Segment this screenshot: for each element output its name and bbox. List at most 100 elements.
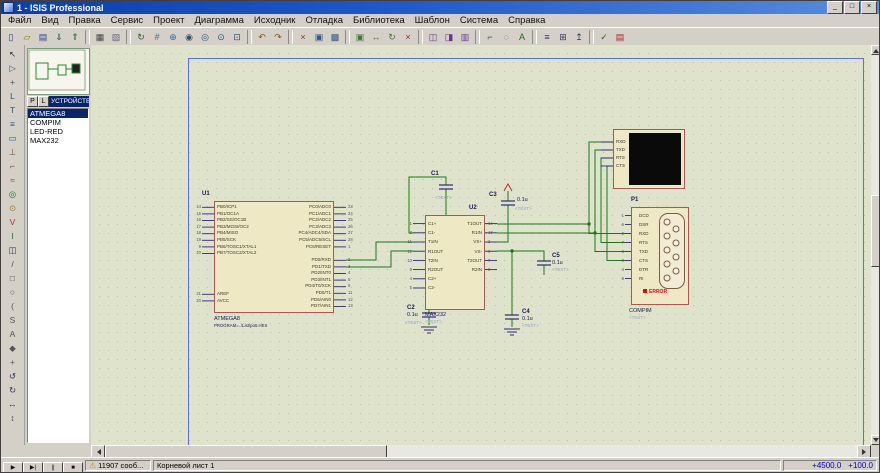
junction-dot-mode-icon[interactable]: + <box>3 75 23 89</box>
design-explorer-icon[interactable]: ≡ <box>539 29 555 45</box>
copy-icon[interactable]: ▣ <box>311 29 327 45</box>
wire-autorouter-icon[interactable]: ⌐ <box>482 29 498 45</box>
u1-right-bottom-pin-numbers: 2 3 4 5 6 11 12 13 <box>348 257 362 310</box>
electrical-rule-check-icon[interactable]: ✓ <box>596 29 612 45</box>
pause-button[interactable]: || <box>43 462 63 473</box>
selection-pointer-icon[interactable]: ↖ <box>3 47 23 61</box>
2d-path-mode-icon[interactable]: S <box>3 313 23 327</box>
block-rotate-icon[interactable]: ↻ <box>384 29 400 45</box>
menu-Вид[interactable]: Вид <box>36 15 63 26</box>
play-button[interactable]: ▶ <box>3 462 23 473</box>
exit-to-parent-icon[interactable]: ↥ <box>571 29 587 45</box>
maximize-button[interactable]: □ <box>844 1 860 14</box>
step-button[interactable]: ▶| <box>23 462 43 473</box>
schematic-canvas[interactable]: U1 14 15 16 17 18 19 9 10 PB0/ICP1 PB1/O… <box>91 45 871 445</box>
scroll-up-button[interactable] <box>871 45 880 55</box>
current-probe-mode-icon[interactable]: I <box>3 229 23 243</box>
menu-Диаграмма[interactable]: Диаграмма <box>189 15 248 26</box>
mirror-vertical-icon[interactable]: ↕ <box>3 411 23 425</box>
cut-icon[interactable]: × <box>295 29 311 45</box>
schematic-preview[interactable] <box>27 48 90 95</box>
netlist-to-ares-icon[interactable]: ▤ <box>612 29 628 45</box>
false-origin-icon[interactable]: ⊕ <box>165 29 181 45</box>
block-delete-icon[interactable]: × <box>400 29 416 45</box>
zoom-area-icon[interactable]: ⊡ <box>229 29 245 45</box>
c4-value: 0.1u <box>522 316 533 322</box>
menu-Библиотека[interactable]: Библиотека <box>348 15 410 26</box>
rotate-cw-icon[interactable]: ↻ <box>3 383 23 397</box>
export-section-icon[interactable]: ⇑ <box>67 29 83 45</box>
menu-Правка[interactable]: Правка <box>64 15 106 26</box>
pick-devices-button[interactable]: P <box>27 96 38 107</box>
block-move-icon[interactable]: ↔ <box>368 29 384 45</box>
undo-icon[interactable]: ↶ <box>254 29 270 45</box>
device-item-led-red[interactable]: LED-RED <box>28 127 88 136</box>
print-icon[interactable]: ▦ <box>92 29 108 45</box>
app-icon <box>3 2 14 13</box>
toggle-grid-icon[interactable]: # <box>149 29 165 45</box>
save-design-icon[interactable]: ▤ <box>35 29 51 45</box>
property-assignment-icon[interactable]: A <box>514 29 530 45</box>
block-copy-icon[interactable]: ▣ <box>352 29 368 45</box>
horizontal-scrollbar[interactable] <box>91 445 871 457</box>
scroll-down-button[interactable] <box>871 435 880 445</box>
packaging-tool-icon[interactable]: ▥ <box>457 29 473 45</box>
rotate-ccw-icon[interactable]: ↺ <box>3 369 23 383</box>
2d-text-mode-icon[interactable]: A <box>3 327 23 341</box>
component-mode-icon[interactable]: ▷ <box>3 61 23 75</box>
menu-Шаблон[interactable]: Шаблон <box>410 15 455 26</box>
device-item-max232[interactable]: MAX232 <box>28 136 88 145</box>
import-section-icon[interactable]: ⇓ <box>51 29 67 45</box>
menu-Сервис[interactable]: Сервис <box>106 15 149 26</box>
menu-Справка[interactable]: Справка <box>503 15 550 26</box>
device-item-atmega8[interactable]: ATMEGA8 <box>28 109 88 118</box>
new-sheet-icon[interactable]: ⊞ <box>555 29 571 45</box>
terminal-mode-icon[interactable]: ⊥ <box>3 145 23 159</box>
2d-box-mode-icon[interactable]: □ <box>3 271 23 285</box>
tape-recorder-mode-icon[interactable]: ◎ <box>3 187 23 201</box>
zoom-all-icon[interactable]: ⊙ <box>213 29 229 45</box>
2d-circle-mode-icon[interactable]: ○ <box>3 285 23 299</box>
zoom-out-icon[interactable]: ◎ <box>197 29 213 45</box>
zoom-in-icon[interactable]: ◉ <box>181 29 197 45</box>
message-panel[interactable]: ⚠ 11907 сооб... <box>85 460 151 471</box>
menu-Файл[interactable]: Файл <box>3 15 36 26</box>
graph-mode-icon[interactable]: ≈ <box>3 173 23 187</box>
pick-device-icon[interactable]: ◫ <box>425 29 441 45</box>
device-item-compim[interactable]: COMPIM <box>28 118 88 127</box>
menu-Система[interactable]: Система <box>455 15 503 26</box>
virtual-instrument-mode-icon[interactable]: ◫ <box>3 243 23 257</box>
open-design-icon[interactable]: ▱ <box>19 29 35 45</box>
text-script-mode-icon[interactable]: T <box>3 103 23 117</box>
menu-Отладка[interactable]: Отладка <box>300 15 348 26</box>
2d-symbol-mode-icon[interactable]: ◆ <box>3 341 23 355</box>
wire-label-mode-icon[interactable]: L <box>3 89 23 103</box>
toolbar-separator <box>475 30 480 44</box>
bus-mode-icon[interactable]: ≡ <box>3 117 23 131</box>
coordinate-x: +4500.0 <box>812 461 841 470</box>
c2-text-placeholder: <TEXT> <box>405 320 422 325</box>
make-device-icon[interactable]: ◨ <box>441 29 457 45</box>
menu-Проект[interactable]: Проект <box>148 15 189 26</box>
subcircuit-mode-icon[interactable]: ▭ <box>3 131 23 145</box>
device-pin-mode-icon[interactable]: ⌐ <box>3 159 23 173</box>
2d-marker-mode-icon[interactable]: + <box>3 355 23 369</box>
voltage-probe-mode-icon[interactable]: V <box>3 215 23 229</box>
vertical-scrollbar[interactable] <box>871 45 879 445</box>
minimize-button[interactable]: _ <box>827 1 843 14</box>
library-manager-button[interactable]: L <box>38 96 49 107</box>
generator-mode-icon[interactable]: ⊙ <box>3 201 23 215</box>
menu-Исходник[interactable]: Исходник <box>249 15 301 26</box>
new-design-icon[interactable]: ▯ <box>3 29 19 45</box>
vertical-scroll-thumb[interactable] <box>871 195 880 267</box>
stop-button[interactable]: ■ <box>63 462 83 473</box>
paste-icon[interactable]: ▩ <box>327 29 343 45</box>
mark-output-area-icon[interactable]: ▧ <box>108 29 124 45</box>
mirror-horizontal-icon[interactable]: ↔ <box>3 397 23 411</box>
refresh-display-icon[interactable]: ↻ <box>133 29 149 45</box>
2d-line-mode-icon[interactable]: / <box>3 257 23 271</box>
close-button[interactable]: × <box>861 1 877 14</box>
2d-arc-mode-icon[interactable]: ( <box>3 299 23 313</box>
search-tag-icon[interactable]: ◌ <box>498 29 514 45</box>
redo-icon[interactable]: ↷ <box>270 29 286 45</box>
